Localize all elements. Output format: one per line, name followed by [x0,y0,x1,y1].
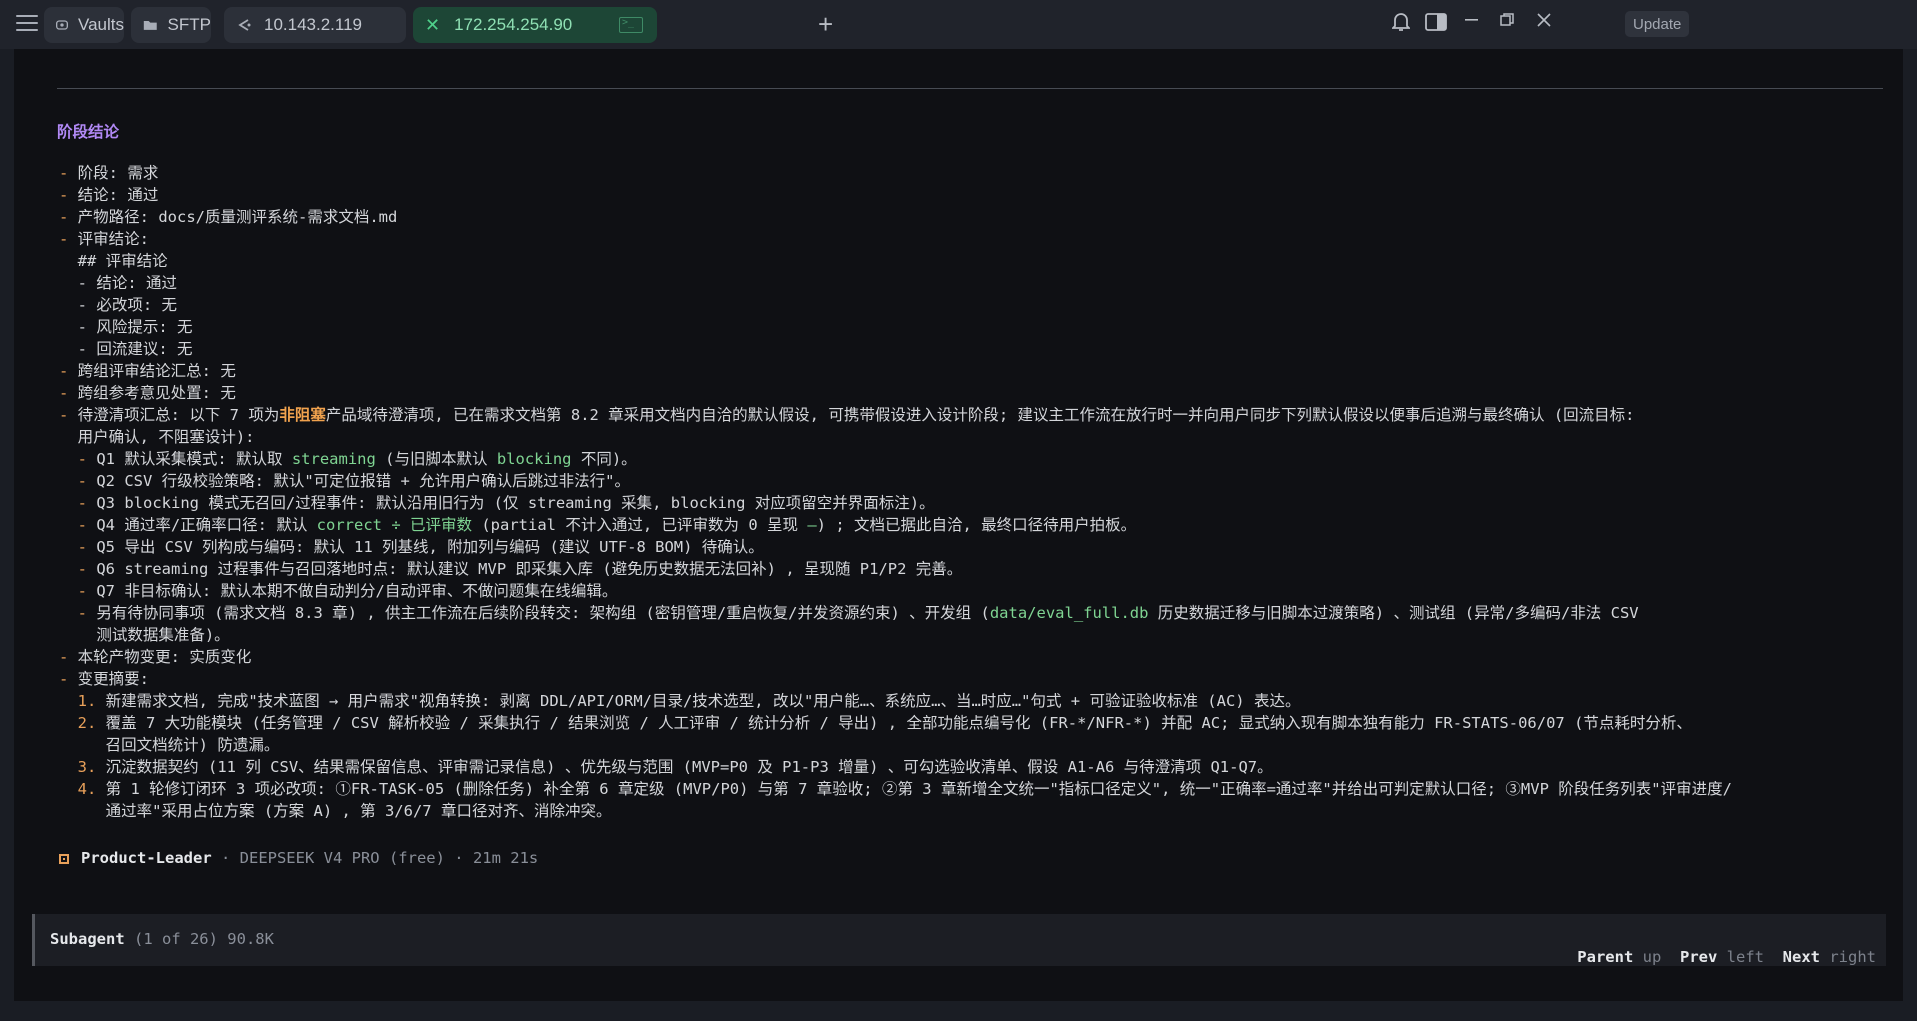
output-line: - Q3 blocking 模式无召回/过程事件: 默认沿用旧行为 (仅 str… [77,494,935,512]
top-bar: Vaults SFTP 10.143.2.119 ✕ 172.254.254.9… [0,0,1917,49]
output-line: - 阶段: 需求 [59,164,159,182]
output-line: 用户确认, 不阻塞设计): [59,428,255,446]
menu-icon[interactable] [16,15,38,33]
tab-host-10-143-2-119[interactable]: 10.143.2.119 [224,7,406,43]
folder-icon [143,20,157,30]
tab-label: SFTP [167,15,211,34]
output-line: - 变更摘要: [59,670,150,688]
sidebar-toggle-icon[interactable] [1425,13,1447,31]
output-line: - 待澄清项汇总: 以下 7 项为非阻塞产品域待澄清项, 已在需求文档第 8.2… [59,406,1635,424]
output-line: 1. 新建需求文档, 完成"技术蓝图 → 用户需求"视角转换: 剥离 DDL/A… [77,692,1301,710]
output-line: - 必改项: 无 [77,296,178,314]
tab-host-172-254-254-90[interactable]: ✕ 172.254.254.90 [413,7,657,43]
output-line: 通过率"采用占位方案 (方案 A) , 第 3/6/7 章口径对齐、消除冲突。 [59,802,612,820]
vault-icon [56,20,68,30]
terminal-output: - 阶段: 需求 - 结论: 通过 - 产物路径: docs/质量测评系统-需求文档… [59,162,1903,822]
bell-icon[interactable] [1392,12,1410,32]
close-icon[interactable]: ✕ [425,15,440,36]
output-line: - 评审结论: [59,230,150,248]
nav-prev[interactable]: Prev left [1680,948,1764,966]
tab-vaults[interactable]: Vaults [44,7,124,43]
output-line: ## 评审结论 [59,252,168,270]
output-line: - Q6 streaming 过程事件与召回落地时点: 默认建议 MVP 即采集… [77,560,963,578]
output-line: - 本轮产物变更: 实质变化 [59,648,252,666]
output-line: - 结论: 通过 [59,186,159,204]
output-line: - 产物路径: docs/质量测评系统-需求文档.md [59,208,398,226]
output-line: - 另有待协同事项 (需求文档 8.3 章) , 供主工作流在后续阶段转交: 架… [77,604,1639,622]
terminal-pane[interactable]: 阶段结论 - 阶段: 需求 - 结论: 通过 - 产物路径: docs/质量测评系统… [14,49,1903,1001]
nav-parent[interactable]: Parent up [1577,948,1661,966]
tab-label: 10.143.2.119 [264,15,362,34]
tab-label: 172.254.254.90 [454,15,573,34]
agent-square-icon [59,853,69,864]
footer-count: (1 of 26) 90.8K [124,930,274,948]
output-line: 4. 第 1 轮修订闭环 3 项必改项: ①FR-TASK-05 (删除任务) … [77,780,1732,798]
output-line: - 回流建议: 无 [77,340,193,358]
output-line: - Q7 非目标确认: 默认本期不做自动判分/自动评审、不做问题集在线编辑。 [77,582,618,600]
output-line: - 风险提示: 无 [77,318,193,336]
output-line: - 跨组评审结论汇总: 无 [59,362,236,380]
update-button[interactable]: Update [1625,11,1690,37]
loading-icon [238,19,251,31]
minimize-icon[interactable] [1465,18,1479,22]
restore-icon[interactable] [1500,13,1514,27]
agent-name: Product-Leader [81,849,212,867]
tab-sftp[interactable]: SFTP [131,7,211,43]
nav-next[interactable]: Next right [1783,948,1876,966]
output-line: 2. 覆盖 7 大功能模块 (任务管理 / CSV 解析校验 / 采集执行 / … [77,714,1692,732]
section-heading: 阶段结论 [57,123,120,141]
output-line: - 结论: 通过 [77,274,178,292]
output-line: 测试数据集准备)。 [59,626,230,644]
new-tab-button[interactable]: + [818,9,833,40]
agent-status-line: Product-Leader · DEEPSEEK V4 PRO (free) … [59,849,538,867]
divider [57,88,1883,89]
output-line: - Q1 默认采集模式: 默认取 streaming (与旧脚本默认 block… [77,450,637,468]
subagent-footer: Subagent (1 of 26) 90.8K Parent up Prev … [32,914,1886,966]
output-line: 3. 沉淀数据契约 (11 列 CSV、结果需保留信息、评审需记录信息) 、优先… [77,758,1273,776]
agent-meta: · DEEPSEEK V4 PRO (free) · 21m 21s [211,849,539,867]
output-line: 召回文档统计) 防遗漏。 [59,736,280,754]
window-close-icon[interactable] [1537,13,1551,27]
output-line: - Q2 CSV 行级校验策略: 默认"可定位报错 + 允许用户确认后跳过非法行… [77,472,630,490]
footer-title: Subagent [50,930,125,948]
output-line: - Q4 通过率/正确率口径: 默认 correct ÷ 已评审数 (parti… [77,516,1137,534]
terminal-icon [619,17,643,33]
tab-label: Vaults [78,15,124,34]
output-line: - 跨组参考意见处置: 无 [59,384,236,402]
output-line: - Q5 导出 CSV 列构成与编码: 默认 11 列基线, 附加列与编码 (建… [77,538,764,556]
